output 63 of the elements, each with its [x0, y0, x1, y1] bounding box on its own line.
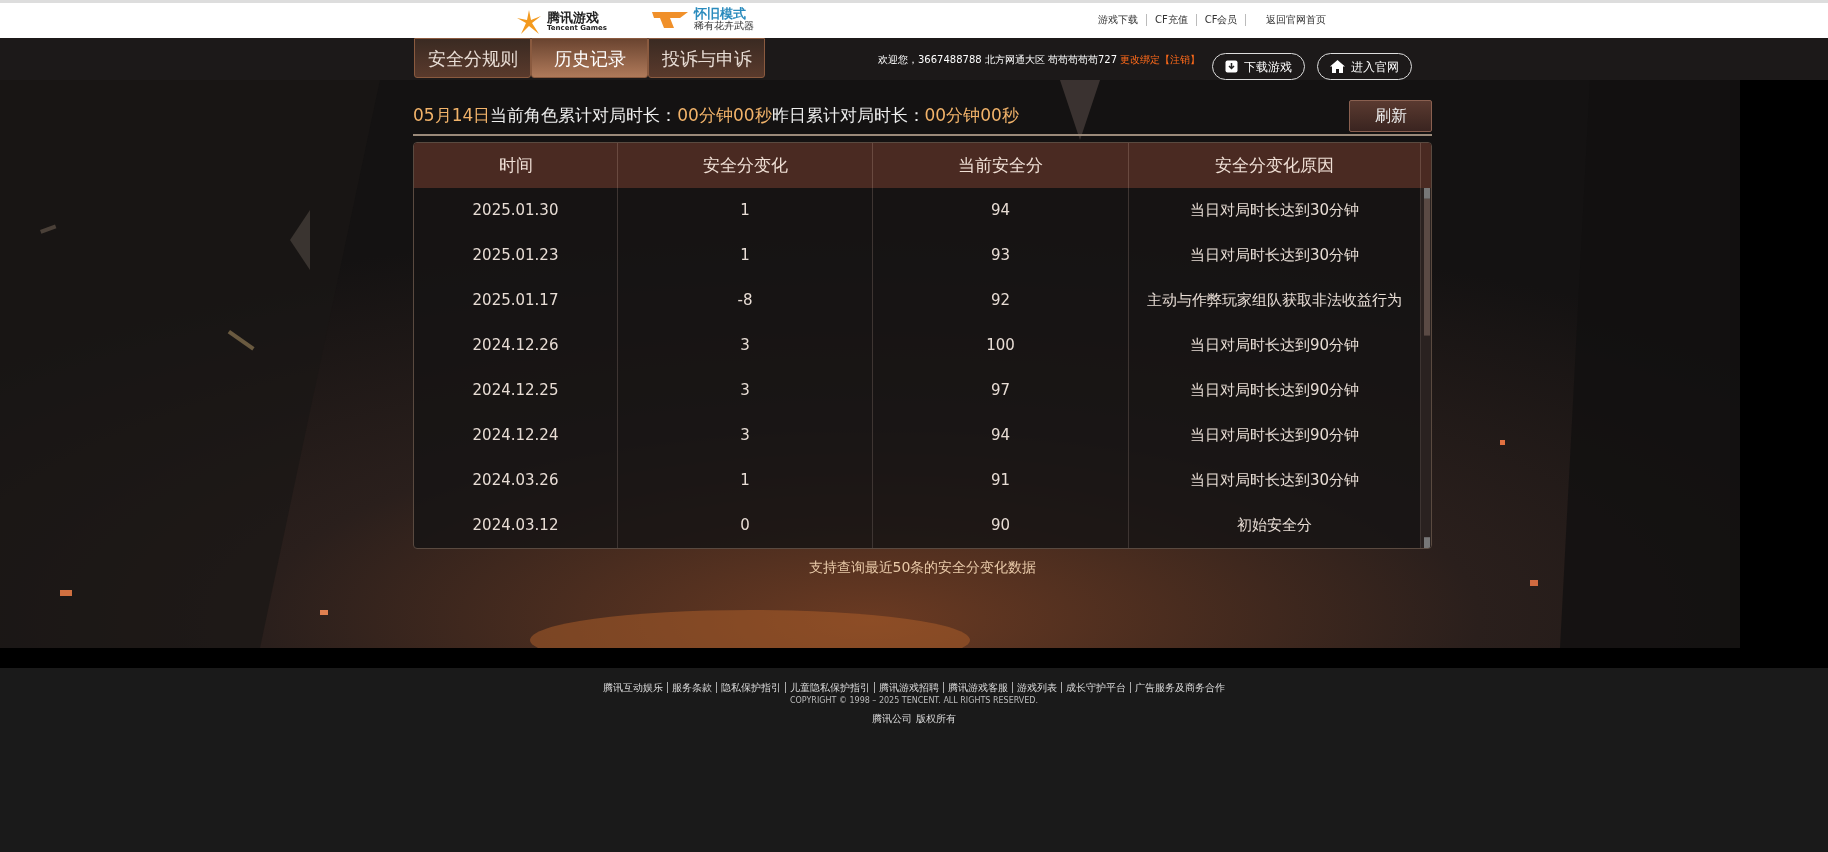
footer-link[interactable]: 儿童隐私保护指引: [786, 682, 875, 693]
change-binding-link[interactable]: 更改绑定: [1120, 53, 1161, 65]
mode-subtitle: 稀有花卉武器: [694, 20, 754, 32]
header-corner: [1421, 143, 1431, 188]
top-link[interactable]: CF会员: [1196, 14, 1247, 26]
column-header: 当前安全分: [873, 143, 1129, 188]
table-cell: 1: [618, 233, 873, 278]
download-icon: [1225, 60, 1239, 73]
table-cell: 2024.12.26: [414, 323, 618, 368]
home-icon: [1330, 60, 1346, 73]
welcome-text: 欢迎您，3667488788 北方网通大区 苟苟苟苟苟727: [878, 53, 1118, 65]
table-cell: 2024.12.25: [414, 368, 618, 413]
column-header: 安全分变化原因: [1129, 143, 1421, 188]
highlight-value: 00分钟00秒: [677, 104, 772, 128]
table-cell: 94: [873, 188, 1129, 233]
table-cell: 90: [873, 503, 1129, 548]
table-cell: 3: [618, 323, 873, 368]
top-link[interactable]: 游戏下载: [1090, 14, 1147, 26]
table-cell: 2025.01.23: [414, 233, 618, 278]
table-cell: 92: [873, 278, 1129, 323]
tab[interactable]: 历史记录: [531, 38, 648, 78]
footer-link[interactable]: 腾讯游戏客服: [944, 682, 1013, 693]
table-cell: 0: [618, 503, 873, 548]
table-cell: 3: [618, 413, 873, 458]
table-cell: 2024.03.12: [414, 503, 618, 548]
table-cell: 97: [873, 368, 1129, 413]
table-cell: 1: [618, 458, 873, 503]
table-cell: 3: [618, 368, 873, 413]
footer-link[interactable]: 隐私保护指引: [717, 682, 786, 693]
refresh-button[interactable]: 刷新: [1349, 100, 1432, 132]
footer-link[interactable]: 游戏列表: [1013, 682, 1062, 693]
highlight-value: 05月14日: [413, 104, 491, 128]
note-text: 支持查询最近50条的安全分变化数据: [807, 558, 1038, 577]
table-cell: 91: [873, 458, 1129, 503]
footer-link[interactable]: 成长守护平台: [1062, 682, 1131, 693]
top-link[interactable]: 返回官网首页: [1246, 14, 1335, 26]
table-cell: 100: [873, 323, 1129, 368]
top-link[interactable]: CF充值: [1147, 14, 1197, 26]
table-cell: 2025.01.17: [414, 278, 618, 323]
highlight-value: 00分钟00秒: [924, 104, 1019, 128]
summary-label: 昨日累计对局时长：: [771, 104, 925, 128]
footer-link[interactable]: 广告服务及商务合作: [1131, 682, 1229, 693]
column-header: 安全分变化: [618, 143, 873, 188]
copyright-text: COPYRIGHT © 1998 – 2025 TENCENT. ALL RIGHTS RESERVED.: [788, 695, 1040, 707]
tab[interactable]: 投诉与申诉: [648, 38, 765, 78]
table-cell: 2025.01.30: [414, 188, 618, 233]
footer-link[interactable]: 腾讯互动娱乐: [599, 682, 668, 693]
logout-link[interactable]: 【注销】: [1160, 53, 1201, 65]
footer-link[interactable]: 服务条款: [668, 682, 717, 693]
scrollbar-drawing[interactable]: [1421, 188, 1431, 548]
company-text: 腾讯公司 版权所有: [871, 712, 957, 726]
table-cell: 94: [873, 413, 1129, 458]
footer-link[interactable]: 腾讯游戏招聘: [875, 682, 944, 693]
summary-label: 当前角色累计对局时长：: [490, 104, 678, 128]
table-cell: 1: [618, 188, 873, 233]
column-header: 时间: [414, 143, 618, 188]
table-cell: 2024.03.26: [414, 458, 618, 503]
mode-title: 怀旧模式: [694, 7, 747, 20]
table-cell: -8: [618, 278, 873, 323]
table-cell: 2024.12.24: [414, 413, 618, 458]
tab[interactable]: 安全分规则: [414, 38, 531, 78]
brand-name: 腾讯游戏: [547, 11, 599, 25]
table-cell: 93: [873, 233, 1129, 278]
